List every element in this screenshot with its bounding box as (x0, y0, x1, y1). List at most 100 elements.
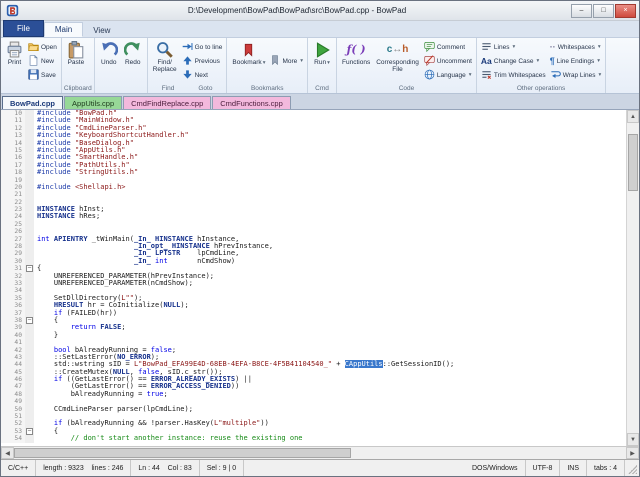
line-number[interactable]: 42 (1, 347, 25, 354)
fold-margin[interactable] (25, 295, 34, 302)
vertical-scrollbar[interactable]: ▲ ▼ (626, 110, 639, 446)
line-number[interactable]: 15 (1, 147, 25, 154)
redo-button[interactable]: Redo (121, 39, 145, 83)
fold-margin[interactable] (25, 398, 34, 405)
code-line[interactable]: 48 bAlreadyRunning = true; (1, 391, 626, 398)
fold-margin[interactable] (25, 339, 34, 346)
code-line[interactable]: 40 } (1, 332, 626, 339)
line-number[interactable]: 26 (1, 228, 25, 235)
fold-margin[interactable] (25, 332, 34, 339)
previous-button[interactable]: Previous (180, 55, 225, 67)
fold-margin[interactable] (25, 383, 34, 390)
line-number[interactable]: 35 (1, 295, 25, 302)
bookmark-button[interactable]: Bookmark▾ (229, 39, 268, 83)
code-line[interactable]: 50 CCmdLineParser parser(lpCmdLine); (1, 406, 626, 413)
line-number[interactable]: 48 (1, 391, 25, 398)
line-number[interactable]: 45 (1, 369, 25, 376)
scroll-down-button[interactable]: ▼ (627, 433, 639, 446)
line-number[interactable]: 17 (1, 162, 25, 169)
status-caret[interactable]: Ln : 44 Col : 83 (131, 460, 199, 476)
fold-margin[interactable] (25, 310, 34, 317)
open-button[interactable]: Open (26, 41, 59, 53)
comment-button[interactable]: Comment (422, 41, 474, 53)
line-number[interactable]: 44 (1, 361, 25, 368)
status-eol-format[interactable]: DOS/Windows (465, 460, 526, 476)
doc-tab-apputils-cpp[interactable]: AppUtils.cpp (64, 96, 122, 109)
code-line[interactable]: 39 return FALSE; (1, 324, 626, 331)
line-number[interactable]: 34 (1, 287, 25, 294)
minimize-button[interactable]: – (571, 4, 592, 18)
line-number[interactable]: 30 (1, 258, 25, 265)
go-to-line-button[interactable]: Go to line (180, 41, 225, 53)
scroll-up-button[interactable]: ▲ (627, 110, 639, 123)
fold-margin[interactable] (25, 199, 34, 206)
line-number[interactable]: 33 (1, 280, 25, 287)
bookmarks-more-button[interactable]: More▾ (268, 55, 305, 67)
line-number[interactable]: 29 (1, 250, 25, 257)
vertical-scroll-thumb[interactable] (628, 134, 638, 191)
fold-margin[interactable]: – (25, 428, 34, 435)
line-number[interactable]: 37 (1, 310, 25, 317)
scroll-right-button[interactable]: ▶ (626, 447, 639, 459)
lines-button[interactable]: Lines▾ (479, 41, 548, 53)
code-line[interactable]: 52 if (bAlreadyRunning && !parser.HasKey… (1, 420, 626, 427)
horizontal-scrollbar[interactable]: ◀ ▶ (1, 446, 639, 459)
doc-tab-cmdfindreplace-cpp[interactable]: CmdFindReplace.cpp (123, 96, 211, 109)
line-number[interactable]: 32 (1, 273, 25, 280)
maximize-button[interactable]: □ (593, 4, 614, 18)
code-line[interactable]: 25 (1, 221, 626, 228)
line-number[interactable]: 38 (1, 317, 25, 324)
fold-margin[interactable] (25, 376, 34, 383)
line-number[interactable]: 36 (1, 302, 25, 309)
doc-tab-cmdfunctions-cpp[interactable]: CmdFunctions.cpp (212, 96, 291, 109)
line-number[interactable]: 25 (1, 221, 25, 228)
status-insert-mode[interactable]: INS (560, 460, 587, 476)
code-line[interactable]: 18#include "StringUtils.h" (1, 169, 626, 176)
fold-margin[interactable] (25, 347, 34, 354)
line-endings-button[interactable]: ¶Line Endings▾ (548, 55, 604, 67)
run-button[interactable]: Run▾ (310, 39, 334, 83)
fold-margin[interactable] (25, 184, 34, 191)
editor-pane[interactable]: 10#include "BowPad.h"11#include "MainWin… (1, 110, 639, 446)
horizontal-scroll-track[interactable] (14, 447, 626, 459)
doc-tab-bowpad-cpp[interactable]: BowPad.cpp (2, 96, 63, 109)
code-line[interactable]: 30 _In_ int nCmdShow) (1, 258, 626, 265)
fold-margin[interactable] (25, 162, 34, 169)
fold-margin[interactable] (25, 236, 34, 243)
fold-margin[interactable] (25, 177, 34, 184)
language-button[interactable]: Language▾ (422, 69, 474, 81)
new-button[interactable]: New (26, 55, 59, 67)
fold-margin[interactable] (25, 273, 34, 280)
line-number[interactable]: 20 (1, 184, 25, 191)
line-number[interactable]: 31 (1, 265, 25, 272)
print-button[interactable]: Print (3, 39, 26, 83)
fold-margin[interactable] (25, 369, 34, 376)
fold-margin[interactable] (25, 206, 34, 213)
fold-margin[interactable] (25, 169, 34, 176)
paste-button[interactable]: Paste (64, 39, 88, 83)
fold-margin[interactable] (25, 413, 34, 420)
fold-margin[interactable] (25, 406, 34, 413)
fold-margin[interactable] (25, 280, 34, 287)
line-number[interactable]: 18 (1, 169, 25, 176)
change-case-button[interactable]: AaChange Case▾ (479, 55, 548, 67)
fold-margin[interactable] (25, 361, 34, 368)
line-number[interactable]: 51 (1, 413, 25, 420)
fold-margin[interactable] (25, 213, 34, 220)
fold-margin[interactable] (25, 125, 34, 132)
line-number[interactable]: 12 (1, 125, 25, 132)
fold-margin[interactable] (25, 243, 34, 250)
line-number[interactable]: 21 (1, 191, 25, 198)
line-number[interactable]: 19 (1, 177, 25, 184)
fold-margin[interactable] (25, 354, 34, 361)
uncomment-button[interactable]: Uncomment (422, 55, 474, 67)
code-line[interactable]: 24HINSTANCE hRes; (1, 213, 626, 220)
fold-margin[interactable] (25, 191, 34, 198)
status-length-lines[interactable]: length : 9323 lines : 246 (36, 460, 131, 476)
fold-collapse-icon[interactable]: – (26, 265, 33, 272)
line-number[interactable]: 43 (1, 354, 25, 361)
code-line[interactable]: 54 // don't start another instance: reus… (1, 435, 626, 442)
resize-grip[interactable] (625, 460, 639, 476)
status-selection[interactable]: Sel : 9 | 0 (200, 460, 244, 476)
line-number[interactable]: 39 (1, 324, 25, 331)
